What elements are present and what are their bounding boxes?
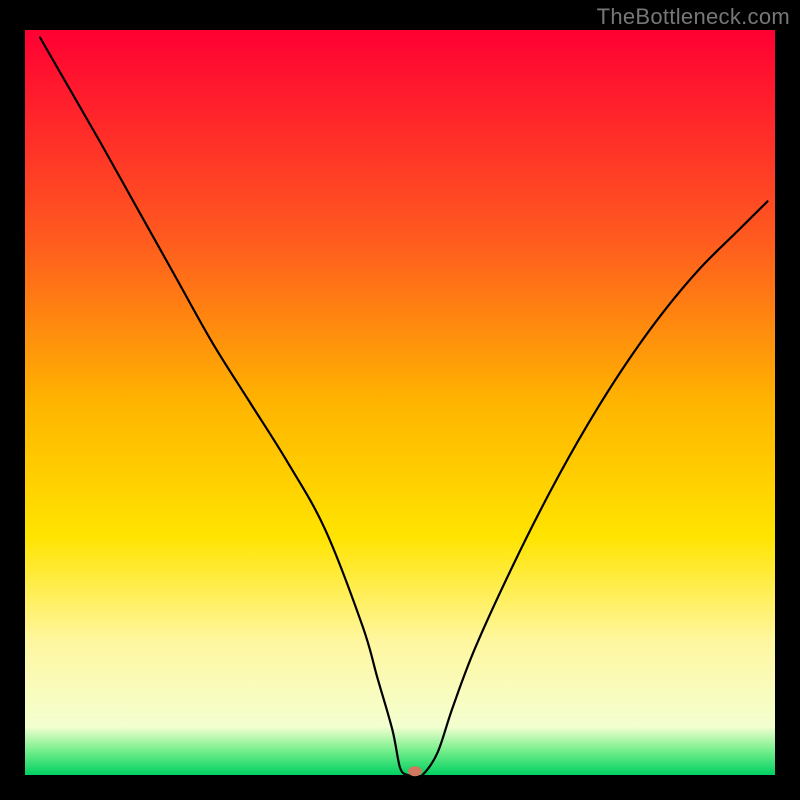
chart-svg — [0, 0, 800, 800]
watermark-text: TheBottleneck.com — [597, 4, 790, 30]
chart-container: TheBottleneck.com — [0, 0, 800, 800]
optimal-point — [408, 766, 422, 776]
plot-background — [25, 30, 775, 775]
